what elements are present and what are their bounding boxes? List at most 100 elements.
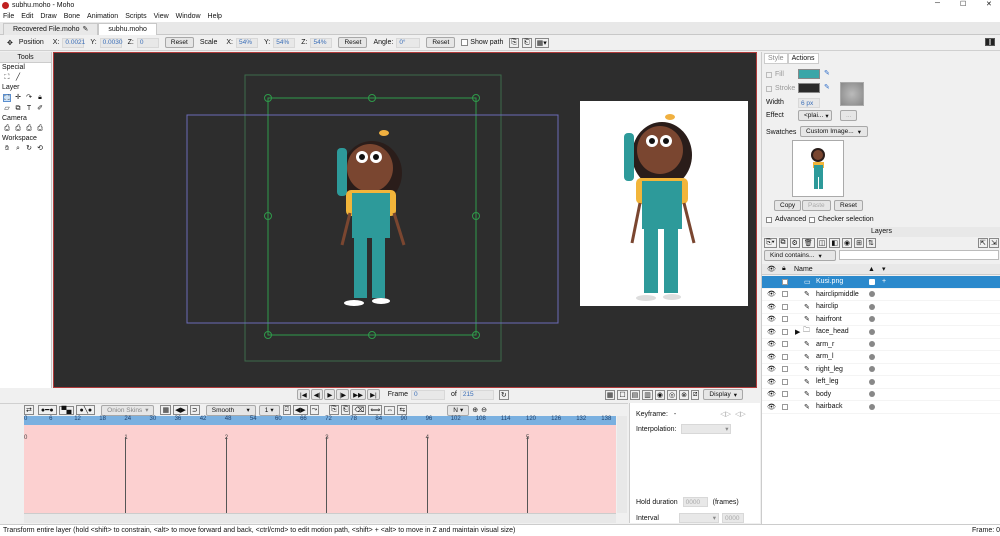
layer-row[interactable]: 👁︎ ✎ hairclip bbox=[762, 301, 1000, 314]
reset-angle-button[interactable]: Reset bbox=[426, 37, 456, 48]
display-dropdown[interactable]: Display ▾ bbox=[703, 389, 743, 400]
layer-label-dot[interactable] bbox=[869, 278, 875, 285]
layer-group-icon[interactable]: ⊞ bbox=[854, 238, 864, 248]
layer-lock-checkbox[interactable] bbox=[782, 303, 788, 310]
visibility-icon[interactable]: 👁︎ bbox=[767, 340, 776, 348]
delete-keys-icon[interactable]: ⌫ bbox=[352, 405, 367, 415]
view-mode-icon-3[interactable]: ▤ bbox=[629, 389, 641, 400]
layer-lock-checkbox[interactable] bbox=[782, 328, 788, 335]
menu-item-file[interactable]: File bbox=[3, 13, 14, 20]
view-mode-icon-8[interactable]: ⧄ bbox=[690, 389, 700, 400]
reset-scale-button[interactable]: Reset bbox=[338, 37, 368, 48]
interpolation-dropdown[interactable]: Smooth ▾ bbox=[205, 404, 256, 416]
ease-icon[interactable]: ⤳ bbox=[309, 405, 320, 415]
visibility-icon[interactable]: 👁︎ bbox=[767, 315, 776, 323]
expand-arrow-icon[interactable]: ▶ bbox=[795, 328, 800, 336]
bounce-icon[interactable]: ◀▶ bbox=[292, 405, 308, 415]
visibility-icon[interactable]: 👁︎ bbox=[767, 403, 776, 411]
copy-keys-icon[interactable]: ⎘ bbox=[329, 405, 339, 415]
menu-item-bone[interactable]: Bone bbox=[64, 13, 80, 20]
transform-layer-icon[interactable]: ⛶ bbox=[3, 93, 11, 102]
rotate-icon[interactable]: ↷ bbox=[25, 94, 33, 102]
layer-label-dot[interactable] bbox=[869, 378, 875, 385]
forward-end-icon[interactable]: ▶▶ bbox=[350, 389, 367, 400]
layer-row[interactable]: 👁︎ ✎ hairback bbox=[762, 401, 1000, 414]
stroke-checkbox[interactable] bbox=[766, 85, 772, 92]
layer-row[interactable]: 👁︎ ▶ 🗀︎ face_head bbox=[762, 326, 1000, 339]
layer-label-dot[interactable] bbox=[869, 341, 875, 348]
layer-label-dot[interactable] bbox=[869, 291, 875, 298]
zoom-out-icon[interactable]: ⊖ bbox=[481, 406, 487, 414]
frame-field[interactable]: 0 bbox=[410, 389, 445, 400]
translate-icon[interactable]: ✛ bbox=[14, 94, 22, 102]
copy-style-button[interactable]: Copy bbox=[774, 200, 802, 211]
hold-duration-field[interactable]: 0000 bbox=[682, 497, 708, 507]
total-frames-field[interactable]: 215 bbox=[459, 389, 494, 400]
position-y-field[interactable]: 0.0030 bbox=[99, 37, 123, 48]
swatches-dropdown[interactable]: Custom Image... ▾ bbox=[800, 126, 868, 137]
menu-item-edit[interactable]: Edit bbox=[21, 13, 33, 20]
fill-checkbox[interactable] bbox=[766, 71, 772, 78]
angle-field[interactable]: 0° bbox=[396, 37, 421, 48]
minimize-icon[interactable]: ─ bbox=[935, 0, 940, 7]
pen-icon[interactable]: ╱ bbox=[14, 74, 22, 82]
show-path-checkbox[interactable] bbox=[461, 39, 469, 46]
menu-item-animation[interactable]: Animation bbox=[87, 13, 118, 20]
layer-settings-icon[interactable]: ⚙ bbox=[789, 238, 800, 248]
key-shift-icon[interactable]: ⟺ bbox=[368, 405, 383, 415]
layer-lock-checkbox[interactable] bbox=[782, 366, 788, 373]
block-keys-icon[interactable]: ▀▄ bbox=[58, 405, 75, 415]
layer-row[interactable]: 👁︎ ✎ arm_l bbox=[762, 351, 1000, 364]
orbit-icon[interactable]: ⟲ bbox=[36, 145, 44, 153]
camera-zoom-icon[interactable]: ⎙ bbox=[14, 125, 22, 133]
prev-key-icon[interactable]: ◁▷ bbox=[720, 410, 731, 418]
last-frame-icon[interactable]: ▶| bbox=[367, 389, 380, 400]
scale-x-field[interactable]: 54% bbox=[236, 37, 258, 48]
brush-icon[interactable]: ✐ bbox=[36, 105, 44, 113]
fill-eyedropper-icon[interactable]: ✎ bbox=[824, 69, 830, 77]
timeline-hscroll[interactable] bbox=[24, 513, 616, 523]
layer-lock-checkbox[interactable] bbox=[782, 378, 788, 385]
next-key-icon[interactable]: ◁▷ bbox=[735, 410, 746, 418]
column-menu-icon[interactable]: ▾ bbox=[882, 265, 886, 273]
layer-lock-checkbox[interactable] bbox=[782, 316, 788, 323]
tab-recovered-file[interactable]: Recovered File.moho ✎ bbox=[3, 22, 99, 35]
checker-selection-checkbox[interactable] bbox=[809, 216, 815, 223]
hand-icon[interactable]: ✋︎ bbox=[3, 145, 11, 153]
layer-lock-checkbox[interactable] bbox=[782, 278, 788, 285]
loop-icon[interactable]: ↻ bbox=[498, 389, 509, 400]
path-tool-icon[interactable]: ⎘ bbox=[509, 37, 519, 48]
interpolation-select[interactable]: ▾ bbox=[681, 424, 732, 434]
brush-preview[interactable] bbox=[840, 82, 864, 106]
fill-color-swatch[interactable] bbox=[798, 69, 820, 79]
view-mode-icon-6[interactable]: ◎ bbox=[666, 389, 678, 400]
layer-row[interactable]: 👁︎ ✎ hairclipmiddle bbox=[762, 288, 1000, 301]
play-icon[interactable]: ▶ bbox=[324, 389, 336, 400]
menu-item-scripts[interactable]: Scripts bbox=[125, 13, 146, 20]
layer-filter-dropdown[interactable]: Kind contains... ▾ bbox=[764, 250, 836, 261]
layer-lock-checkbox[interactable] bbox=[782, 403, 788, 410]
menu-item-draw[interactable]: Draw bbox=[40, 13, 56, 20]
view-mode-icon-5[interactable]: ◉ bbox=[654, 389, 665, 400]
layer-label-dot[interactable] bbox=[869, 316, 875, 323]
noise-icon[interactable]: ⍁ bbox=[282, 405, 291, 415]
camera-pan-icon[interactable]: ⎙ bbox=[3, 125, 11, 133]
layer-row[interactable]: 👁︎ ✎ body bbox=[762, 388, 1000, 401]
visibility-icon[interactable]: 👁︎ bbox=[767, 303, 776, 311]
layer-row[interactable]: 👁︎ ✎ left_leg bbox=[762, 376, 1000, 389]
visibility-icon[interactable]: 👁︎ bbox=[767, 378, 776, 386]
scale-z-field[interactable]: 54% bbox=[310, 37, 333, 48]
layer-lock-checkbox[interactable] bbox=[782, 391, 788, 398]
key-reverse-icon[interactable]: ⇆ bbox=[397, 405, 408, 415]
layer-row[interactable]: 👁︎ ✎ hairfront bbox=[762, 313, 1000, 326]
layer-order-icon[interactable]: ⧉ bbox=[14, 105, 22, 113]
layer-label-dot[interactable] bbox=[869, 303, 875, 310]
step-forward-icon[interactable]: |▶ bbox=[336, 389, 350, 400]
layer-search-input[interactable] bbox=[839, 250, 999, 260]
layer-row[interactable]: 👁︎ ✎ arm_r bbox=[762, 338, 1000, 351]
visibility-icon[interactable]: 👁︎ bbox=[767, 365, 776, 373]
width-field[interactable]: 6 px bbox=[798, 98, 820, 108]
position-x-field[interactable]: 0.0021 bbox=[62, 37, 85, 48]
panel-layout-icon[interactable] bbox=[985, 38, 995, 46]
layer-row[interactable]: ▭ Kusi.png + bbox=[762, 276, 1000, 289]
